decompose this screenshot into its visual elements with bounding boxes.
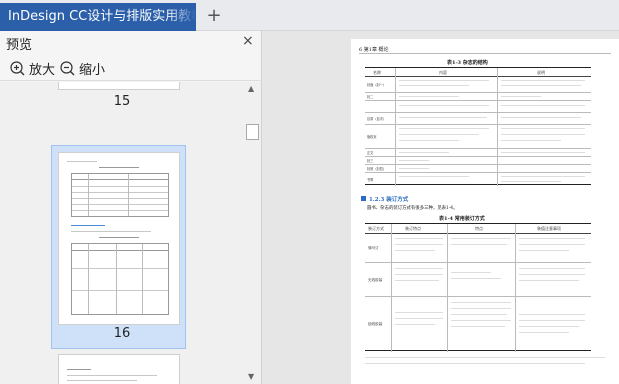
tab-fade — [166, 3, 196, 31]
table1-row-label: 封二 — [367, 95, 374, 99]
table1-row-label: 封底（封四） — [367, 167, 387, 171]
table2-header: 装订特点 — [405, 226, 421, 231]
panel-header: 预览 × — [0, 31, 262, 53]
table1-header-content: 内容 — [439, 70, 447, 75]
table1-row-label: 版权页 — [367, 135, 377, 139]
table1-row-label: 正文 — [367, 151, 374, 155]
tab-bar: InDesign CC设计与排版实用教程 + — [0, 0, 619, 31]
table2-row-label: 无线胶装 — [368, 278, 383, 282]
thumbnail-page-17[interactable] — [58, 354, 180, 384]
scroll-up-icon[interactable]: ▲ — [248, 84, 254, 93]
table1-row-label: 书脊 — [367, 178, 374, 182]
table2-header: 特点 — [475, 226, 483, 231]
section-bullet-icon — [361, 196, 366, 201]
table1-row-label: 封面（封一） — [367, 83, 387, 87]
section-heading: 1.2.3 装订方式 — [369, 197, 409, 203]
zoom-in-icon — [10, 60, 25, 75]
zoom-out-icon — [60, 60, 75, 75]
zoom-in-button[interactable]: 放大 — [10, 59, 56, 78]
page-number-15: 15 — [113, 94, 131, 109]
table1-title: 表1-3 杂志的结构 — [447, 60, 488, 66]
section-intro: 圆书、杂志的装订方式有很多三种，见表1-4。 — [367, 206, 458, 211]
zoom-in-label: 放大 — [29, 62, 56, 78]
table1-row-label: 封三 — [367, 159, 374, 163]
table1-header-name: 名称 — [373, 70, 381, 75]
table1-header-note: 说明 — [537, 70, 545, 75]
preview-panel: 预览 × 放大 缩小 15 16 ▲ ▼ — [0, 31, 262, 384]
table1-row-label: 目录（目次） — [367, 117, 387, 121]
new-tab-button[interactable]: + — [204, 5, 224, 27]
table1: 名称 内容 说明 封面（封一） 封二 目录（目次） 版权页 正文 封三 封底（封… — [365, 67, 591, 186]
table2: 装订方式 装订特点 特点 装值注意事项 骑马订 无线胶装 锁线胶装 — [365, 223, 591, 352]
running-head: 6 第1章 概论 — [359, 47, 389, 53]
page-number-16: 16 — [113, 326, 131, 341]
table2-title: 表1-4 常用装订方式 — [439, 216, 485, 222]
zoom-out-button[interactable]: 缩小 — [60, 59, 106, 78]
panel-close-icon[interactable]: × — [242, 33, 254, 49]
scroll-down-icon[interactable]: ▼ — [248, 372, 254, 381]
table2-row-label: 骑马订 — [368, 246, 379, 250]
table2-header: 装值注意事项 — [537, 226, 561, 231]
thumbnail-page-16[interactable] — [58, 152, 180, 325]
document-tab[interactable]: InDesign CC设计与排版实用教程 — [0, 3, 196, 31]
document-page: 6 第1章 概论 表1-3 杂志的结构 名称 内容 说明 封面（封一） 封二 目… — [351, 39, 619, 384]
panel-title: 预览 — [6, 38, 33, 53]
zoom-out-label: 缩小 — [79, 62, 106, 78]
table2-row-label: 锁线胶装 — [368, 322, 383, 326]
scroll-thumb[interactable] — [246, 124, 259, 140]
zoom-toolbar: 放大 缩小 — [0, 55, 262, 81]
document-viewport[interactable]: 6 第1章 概论 表1-3 杂志的结构 名称 内容 说明 封面（封一） 封二 目… — [263, 31, 619, 384]
thumbnail-scrollbar[interactable]: ▲ ▼ — [244, 82, 261, 384]
thumbnail-list[interactable]: 15 16 — [0, 82, 244, 384]
table2-header: 装订方式 — [368, 226, 384, 231]
thumbnail-page-15[interactable] — [58, 82, 180, 90]
